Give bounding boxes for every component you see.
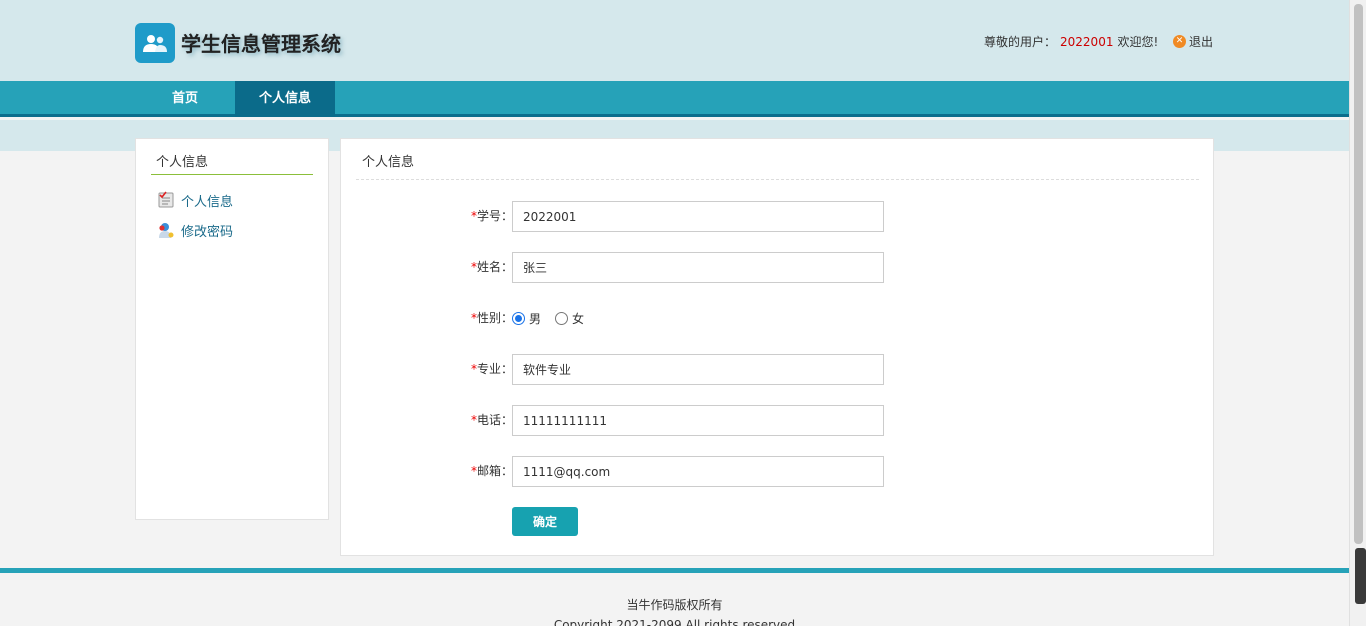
gender-male-radio[interactable] — [512, 312, 525, 325]
sidebar-item-profile[interactable]: 个人信息 — [157, 190, 233, 210]
phone-field[interactable] — [512, 405, 884, 436]
gender-female-label: 女 — [572, 312, 585, 326]
form-row-phone: *电话： — [341, 405, 1215, 436]
scrollbar-widget — [1355, 548, 1366, 604]
profile-panel: 个人信息 *学号： *姓名： *性别： 男 女 *专业： *电话： *邮箱： 确… — [340, 138, 1214, 556]
nav-item-profile[interactable]: 个人信息 — [235, 81, 335, 117]
name-label: *姓名： — [470, 260, 513, 274]
email-label: *邮箱： — [470, 464, 513, 478]
document-icon — [157, 191, 175, 209]
student-id-field[interactable] — [512, 201, 884, 232]
form-row-email: *邮箱： — [341, 456, 1215, 487]
nav-item-home[interactable]: 首页 — [135, 81, 235, 117]
footer-copyright: Copyright 2021-2099 All rights reserved — [553, 618, 796, 626]
form-row-gender: *性别： 男 女 — [341, 303, 1215, 334]
phone-label: *电话： — [470, 413, 513, 427]
sidebar: 个人信息 个人信息 修改密码 — [135, 138, 329, 520]
form-row-major: *专业： — [341, 354, 1215, 385]
scrollbar-thumb[interactable] — [1354, 4, 1363, 544]
major-field[interactable] — [512, 354, 884, 385]
panel-title: 个人信息 — [356, 151, 1199, 180]
greeting-suffix: 欢迎您! — [1117, 35, 1159, 49]
form-row-name: *姓名： — [341, 252, 1215, 283]
greeting-prefix: 尊敬的用户： — [984, 35, 1057, 49]
gender-label: *性别： — [470, 311, 513, 325]
gender-radio-group: 男 女 — [512, 303, 594, 334]
sidebar-item-label: 修改密码 — [181, 224, 234, 240]
form-row-student-id: *学号： — [341, 201, 1215, 232]
footer-divider — [0, 568, 1349, 573]
current-user-id: 2022001 — [1060, 35, 1114, 49]
sidebar-item-change-password[interactable]: 修改密码 — [157, 220, 233, 240]
users-icon — [135, 23, 175, 63]
footer-owner: 当牛作码版权所有 — [626, 598, 723, 612]
student-id-label: *学号： — [470, 209, 513, 223]
sidebar-item-label: 个人信息 — [181, 194, 234, 210]
sidebar-title: 个人信息 — [151, 151, 313, 175]
gender-female-radio[interactable] — [555, 312, 569, 325]
close-circle-icon: ✕ — [1173, 35, 1186, 48]
logout-link[interactable]: ✕ 退出 — [1173, 33, 1213, 50]
gender-male-label: 男 — [529, 312, 542, 326]
user-key-icon — [157, 221, 175, 239]
app-title: 学生信息管理系统 — [181, 32, 341, 56]
main-nav: 首页 个人信息 — [0, 81, 1349, 117]
email-field[interactable] — [512, 456, 884, 487]
confirm-button[interactable]: 确定 — [512, 507, 578, 536]
major-label: *专业： — [470, 362, 513, 376]
page-header: 学生信息管理系统 尊敬的用户： 2022001 欢迎您! ✕ 退出 — [0, 0, 1349, 81]
logout-label: 退出 — [1189, 35, 1214, 49]
vertical-scrollbar[interactable] — [1349, 0, 1366, 626]
user-greeting: 尊敬的用户： 2022001 欢迎您! — [984, 33, 1158, 50]
name-field[interactable] — [512, 252, 884, 283]
